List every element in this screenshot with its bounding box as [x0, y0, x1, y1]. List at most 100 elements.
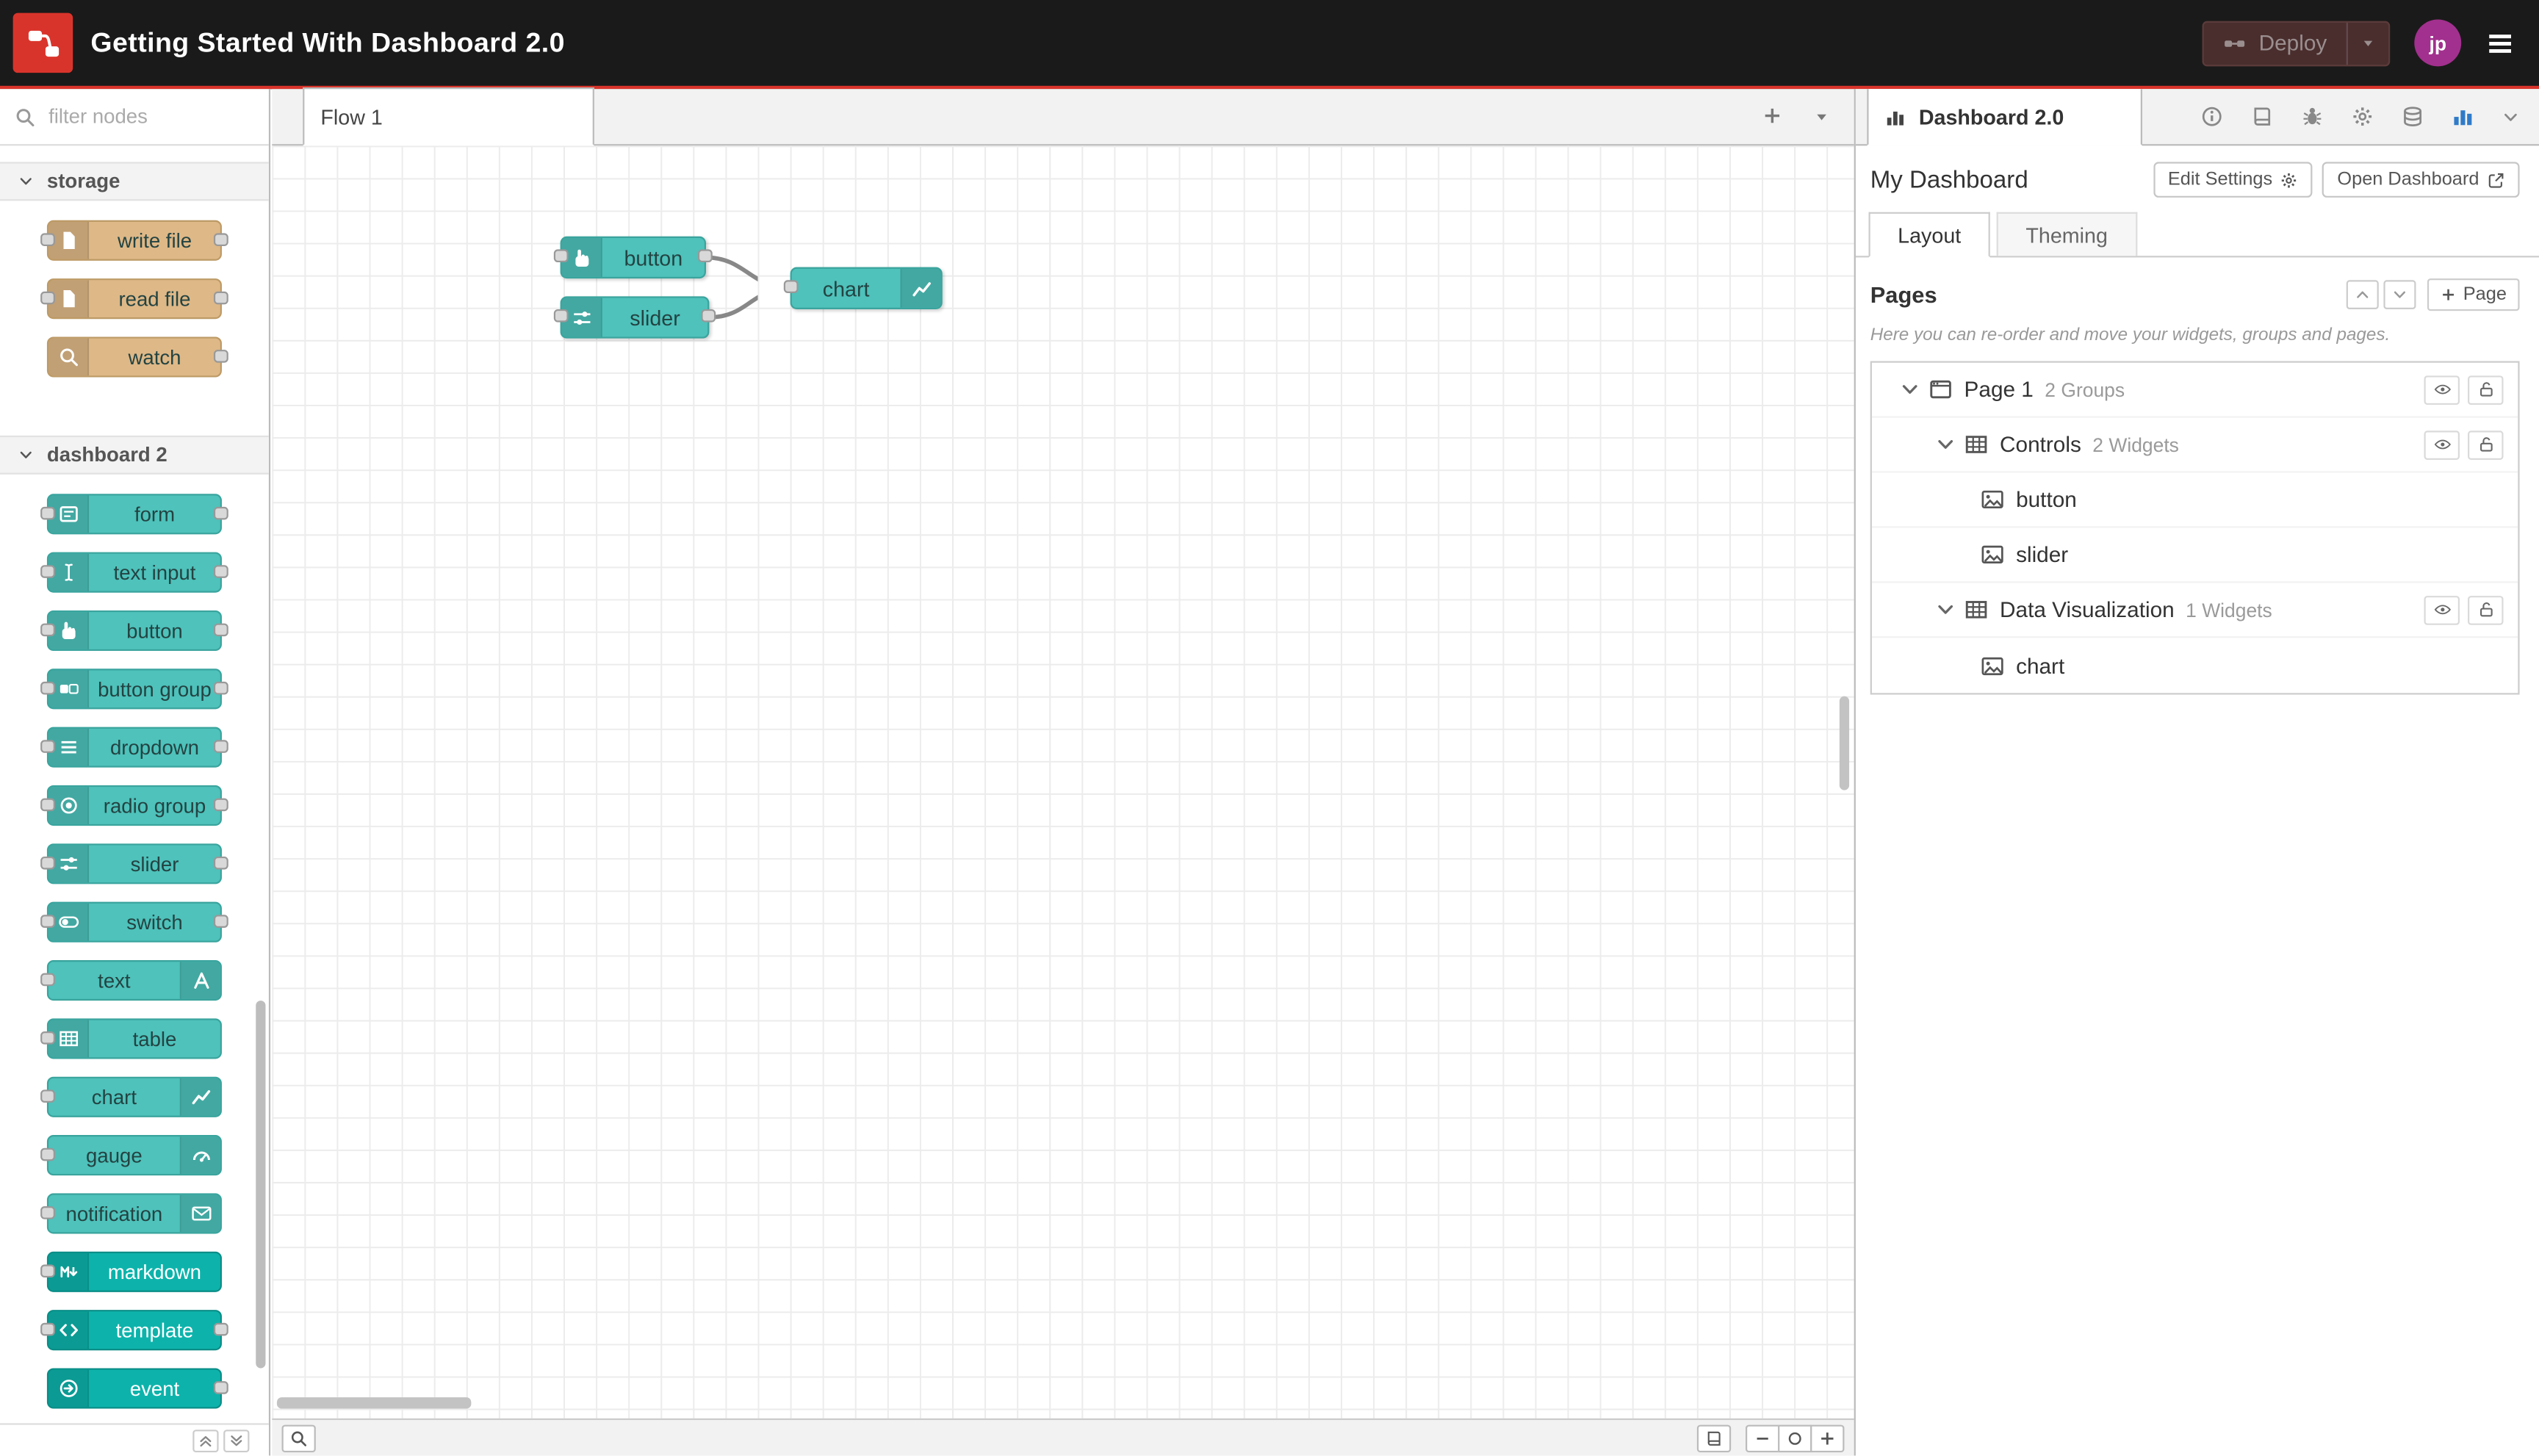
- node-label: chart: [91, 1085, 137, 1109]
- palette-node-dropdown[interactable]: dropdown: [40, 727, 228, 768]
- flow-node-button[interactable]: button: [553, 236, 713, 279]
- palette-node-chart[interactable]: chart: [40, 1076, 222, 1117]
- node-label: dropdown: [109, 735, 199, 759]
- tree-row-widget-button[interactable]: button: [1871, 473, 2518, 528]
- chevron-down-icon[interactable]: [1935, 599, 1956, 621]
- palette-node-form[interactable]: form: [40, 494, 228, 535]
- tree-row-page-1[interactable]: Page 1 2 Groups: [1871, 363, 2518, 418]
- palette-node-text[interactable]: text: [40, 960, 222, 1001]
- move-page-up-button[interactable]: [2347, 280, 2380, 309]
- dashboard-header: My Dashboard Edit Settings Open Dashboar…: [1856, 145, 2539, 210]
- tab-layout[interactable]: Layout: [1868, 212, 1990, 258]
- flow-tabbar: Flow 1: [272, 87, 1854, 146]
- visibility-toggle-button[interactable]: [2424, 375, 2460, 404]
- palette-node-table[interactable]: table: [40, 1018, 222, 1059]
- toggle-navigator-button[interactable]: [1696, 1424, 1732, 1452]
- image-icon: [1981, 487, 2005, 511]
- lock-toggle-button[interactable]: [2468, 375, 2504, 404]
- palette-node-radio-group[interactable]: radio group: [40, 785, 228, 826]
- palette-node-button-group[interactable]: button group: [40, 668, 228, 710]
- input-port[interactable]: [783, 280, 799, 293]
- palette-filter-input[interactable]: [45, 104, 255, 130]
- deploy-button[interactable]: Deploy: [2204, 22, 2347, 64]
- gear-icon: [2280, 171, 2298, 189]
- tab-theming[interactable]: Theming: [1996, 212, 2137, 256]
- palette-node-switch[interactable]: switch: [40, 901, 228, 943]
- widget-label: button: [2016, 487, 2077, 512]
- tab-flow-1[interactable]: Flow 1: [303, 87, 594, 146]
- output-port: [213, 680, 228, 694]
- visibility-toggle-button[interactable]: [2424, 594, 2460, 624]
- move-page-down-button[interactable]: [2383, 280, 2416, 309]
- palette-node-slider[interactable]: slider: [40, 843, 228, 884]
- node-label: markdown: [107, 1260, 202, 1283]
- chevron-up-icon: [2355, 286, 2371, 303]
- chevron-down-icon[interactable]: [2502, 108, 2519, 126]
- image-icon: [1981, 542, 2005, 566]
- output-port[interactable]: [697, 249, 713, 263]
- tree-row-widget-chart[interactable]: chart: [1872, 638, 2518, 693]
- add-page-button[interactable]: Page: [2427, 278, 2520, 311]
- palette-node-markdown[interactable]: markdown: [40, 1251, 222, 1292]
- bug-icon[interactable]: [2301, 105, 2324, 128]
- pages-heading: Pages: [1870, 281, 1937, 308]
- user-avatar[interactable]: jp: [2414, 19, 2462, 67]
- layers-icon[interactable]: [2402, 105, 2424, 128]
- search-flows-button[interactable]: [281, 1424, 316, 1452]
- add-flow-button[interactable]: [1762, 105, 1783, 126]
- input-port[interactable]: [553, 249, 569, 263]
- chevron-down-icon[interactable]: [1899, 379, 1920, 400]
- palette-scrollbar[interactable]: [256, 1001, 266, 1369]
- edit-settings-button[interactable]: Edit Settings: [2153, 162, 2313, 198]
- pages-helper-text: Here you can re-order and move your widg…: [1870, 325, 2391, 345]
- flow-node-slider[interactable]: slider: [553, 296, 716, 339]
- palette-node-gauge[interactable]: gauge: [40, 1135, 222, 1176]
- palette-node-watch[interactable]: watch: [46, 336, 228, 378]
- input-port: [40, 680, 55, 694]
- palette-category-dashboard-2[interactable]: dashboard 2: [0, 435, 269, 475]
- flow-canvas[interactable]: button slider chart: [272, 145, 1854, 1419]
- visibility-toggle-button[interactable]: [2424, 430, 2460, 459]
- category-label: dashboard 2: [46, 443, 168, 466]
- text-cursor-icon: [57, 562, 79, 583]
- palette-node-template[interactable]: template: [40, 1310, 228, 1351]
- book-icon[interactable]: [2251, 105, 2274, 128]
- palette-node-event[interactable]: event: [46, 1368, 228, 1409]
- collapse-all-categories-button[interactable]: [192, 1429, 219, 1452]
- flow-list-icon[interactable]: [1812, 106, 1831, 125]
- palette-node-read-file[interactable]: read file: [40, 278, 228, 320]
- palette-node-text-input[interactable]: text input: [40, 552, 228, 593]
- expand-all-categories-button[interactable]: [223, 1429, 250, 1452]
- flow-node-chart[interactable]: chart: [783, 267, 943, 309]
- dashboard-tab-icon[interactable]: [2452, 105, 2474, 128]
- canvas-vertical-scrollbar[interactable]: [1839, 696, 1850, 790]
- dashboard-subtabs: Layout Theming: [1855, 211, 2539, 258]
- input-port[interactable]: [553, 309, 569, 322]
- palette-node-write-file[interactable]: write file: [40, 220, 228, 261]
- lock-toggle-button[interactable]: [2468, 594, 2504, 624]
- output-port[interactable]: [701, 309, 716, 322]
- canvas-horizontal-scrollbar[interactable]: [276, 1397, 472, 1409]
- deploy-options-button[interactable]: [2346, 21, 2388, 65]
- open-dashboard-label: Open Dashboard: [2337, 170, 2479, 190]
- circle-icon: [1786, 1429, 1804, 1446]
- palette-node-button[interactable]: button: [40, 610, 228, 652]
- external-link-icon: [2487, 171, 2504, 189]
- zoom-out-button[interactable]: [1746, 1424, 1780, 1452]
- unlock-icon: [2477, 381, 2494, 398]
- page-count: 2 Groups: [2045, 378, 2125, 401]
- tree-row-group-controls[interactable]: Controls 2 Widgets: [1871, 418, 2518, 473]
- main-menu-button[interactable]: [2485, 29, 2515, 58]
- gear-icon[interactable]: [2351, 105, 2374, 128]
- open-dashboard-button[interactable]: Open Dashboard: [2322, 162, 2520, 198]
- zoom-reset-button[interactable]: [1778, 1424, 1812, 1452]
- lock-toggle-button[interactable]: [2468, 430, 2504, 459]
- zoom-in-button[interactable]: [1810, 1424, 1845, 1452]
- chevron-down-icon[interactable]: [1935, 434, 1956, 455]
- palette-category-storage[interactable]: storage: [0, 162, 269, 201]
- tree-row-widget-slider[interactable]: slider: [1871, 528, 2518, 583]
- info-icon[interactable]: [2200, 105, 2223, 128]
- tree-row-group-data-visualization[interactable]: Data Visualization 1 Widgets: [1871, 583, 2518, 638]
- palette-node-notification[interactable]: notification: [40, 1193, 222, 1234]
- sidebar-tab-dashboard[interactable]: Dashboard 2.0: [1867, 89, 2142, 146]
